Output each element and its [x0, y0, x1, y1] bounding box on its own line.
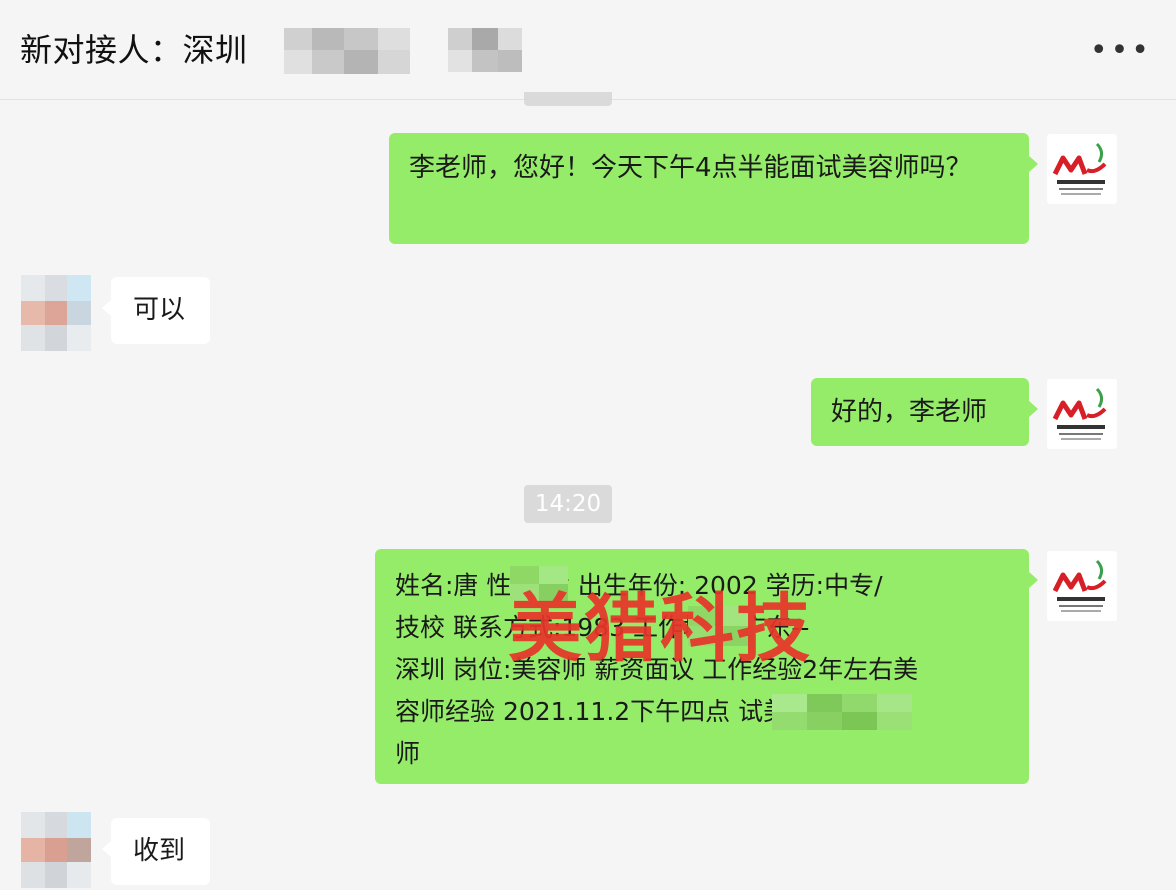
watermark-text: 美猎科技 [508, 586, 812, 672]
company-logo-icon [1052, 142, 1107, 195]
message-text: 好的，李老师 [831, 397, 988, 427]
message-text: 收到 [133, 836, 186, 866]
chat-header: 新对接人：深圳李 ••• [0, 0, 1176, 100]
redaction-mosaic [448, 28, 522, 72]
sent-message-bubble[interactable]: 好的，李老师 [811, 378, 1038, 446]
avatar-mosaic [21, 812, 91, 888]
message-line: 师 [395, 739, 421, 768]
my-avatar[interactable] [1047, 134, 1117, 204]
message-text: 可以 [133, 295, 186, 325]
contact-avatar[interactable] [21, 275, 91, 351]
received-message-bubble[interactable]: 收到 [102, 818, 210, 885]
more-icon[interactable]: ••• [1090, 36, 1152, 66]
avatar-mosaic [21, 275, 91, 351]
my-avatar[interactable] [1047, 551, 1117, 621]
chat-title-prefix: 新对接人：深圳 [20, 31, 248, 69]
company-logo-icon [1052, 387, 1107, 440]
redaction-mosaic [772, 694, 912, 730]
sent-message-bubble[interactable]: 李老师，您好！今天下午4点半能面试美容师吗？ [389, 133, 1038, 244]
redaction-mosaic [284, 28, 410, 74]
message-line: 容师经验 2021.11.2下午四点 试美容 [395, 697, 814, 726]
my-avatar[interactable] [1047, 379, 1117, 449]
timestamp-partial [524, 92, 612, 106]
message-text: 李老师，您好！今天下午4点半能面试美容师吗？ [409, 153, 972, 183]
message-timestamp: 14:20 [524, 485, 612, 523]
company-logo-icon [1052, 559, 1107, 612]
received-message-bubble[interactable]: 可以 [102, 277, 210, 344]
contact-avatar[interactable] [21, 812, 91, 888]
